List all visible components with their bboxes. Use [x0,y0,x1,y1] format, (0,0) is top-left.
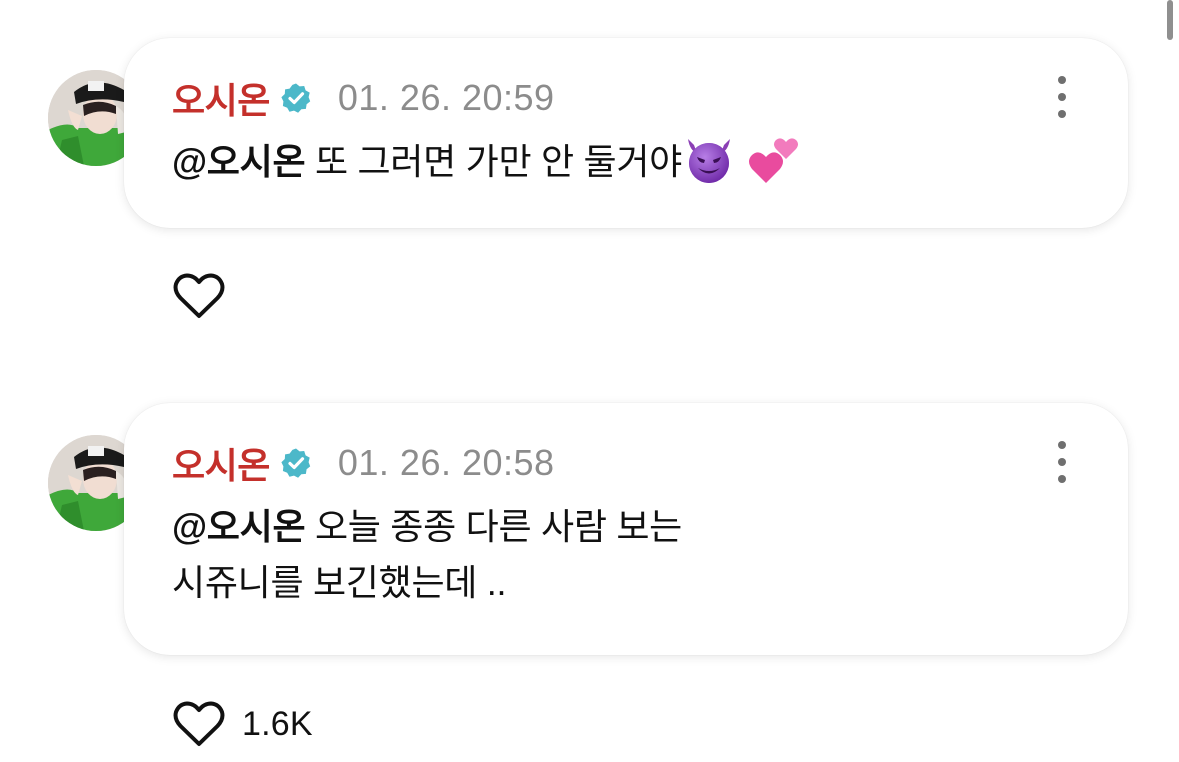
comment-body: 또 그러면 가만 안 둘거야 [305,141,682,182]
more-vertical-icon-dot [1058,76,1066,84]
comment-meta: 오시온 01. 26. 20:58 [172,441,555,486]
verified-badge-icon [281,448,311,478]
more-options-button[interactable] [1052,441,1072,483]
heart-outline-icon[interactable] [172,700,226,748]
comment-text: @오시온 오늘 종종 다른 사람 보는 시쥬니를 보긴했는데 .. [172,499,1052,611]
more-vertical-icon-dot [1058,110,1066,118]
author-name[interactable]: 오시온 [172,72,270,124]
comment-bubble: 오시온 01. 26. 20:59 @오시온 또 그러면 가만 안 둘거야 [124,38,1128,228]
comment-thread: 오시온 01. 26. 20:59 @오시온 또 그러면 가만 안 둘거야 오시… [0,0,1179,762]
comment-timestamp: 01. 26. 20:59 [337,77,555,118]
mention-link[interactable]: @오시온 [172,506,306,547]
comment-body-line1: 오늘 종종 다른 사람 보는 [305,506,682,547]
more-vertical-icon-dot [1058,93,1066,101]
comment-meta: 오시온 01. 26. 20:59 [172,76,555,121]
author-name[interactable]: 오시온 [172,437,270,489]
comment-body-line2: 시쥬니를 보긴했는데 .. [172,562,507,603]
like-row [172,270,242,322]
more-vertical-icon-dot [1058,441,1066,449]
like-count: 1.6K [242,704,313,743]
like-row: 1.6K [172,698,313,750]
smiling-face-with-horns-icon [687,139,730,184]
more-options-button[interactable] [1052,76,1072,118]
comment-timestamp: 01. 26. 20:58 [337,442,555,483]
comment-bubble: 오시온 01. 26. 20:58 @오시온 오늘 종종 다른 사람 보는 시쥬… [124,403,1128,655]
more-vertical-icon-dot [1058,475,1066,483]
mention-link[interactable]: @오시온 [172,141,306,182]
verified-badge-icon [281,83,311,113]
more-vertical-icon-dot [1058,458,1066,466]
heart-outline-icon[interactable] [172,272,226,320]
scrollbar[interactable] [1167,0,1173,40]
comment-text: @오시온 또 그러면 가만 안 둘거야 [172,134,1052,190]
two-hearts-icon [748,138,798,184]
